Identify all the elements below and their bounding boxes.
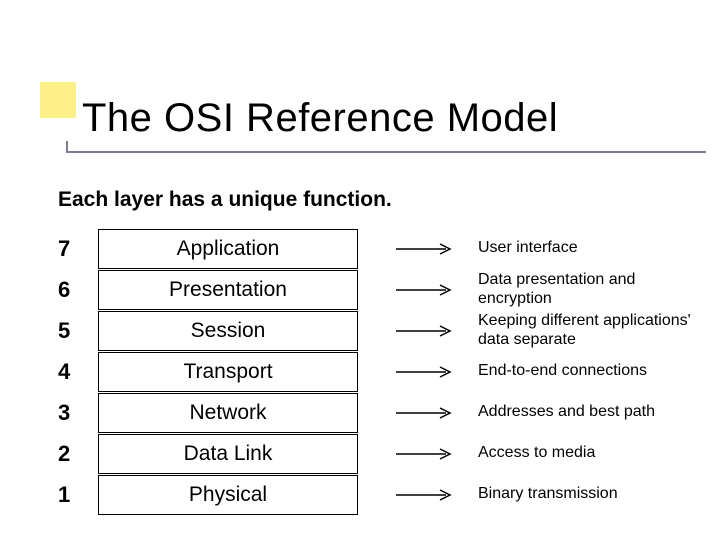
arrow-icon [386, 325, 466, 337]
layer-row: 2 Data Link Access to media [58, 433, 712, 474]
layer-description: Data presentation and encryption [478, 271, 712, 308]
layer-number: 1 [58, 482, 98, 508]
layer-description: Access to media [478, 444, 712, 462]
layer-number: 3 [58, 400, 98, 426]
layer-name-box: Transport [98, 352, 358, 392]
layer-row: 5 Session Keeping different applications… [58, 310, 712, 351]
layer-row: 4 Transport End-to-end connections [58, 351, 712, 392]
layers-table: 7 Application User interface 6 Presentat… [58, 228, 712, 515]
layer-name: Session [191, 319, 266, 343]
layer-name-box: Application [98, 229, 358, 269]
page-title: The OSI Reference Model [40, 96, 558, 151]
layer-name-box: Data Link [98, 434, 358, 474]
layer-description: Binary transmission [478, 485, 712, 503]
layer-row: 3 Network Addresses and best path [58, 392, 712, 433]
subtitle: Each layer has a unique function. [58, 188, 392, 212]
layer-description: User interface [478, 239, 712, 257]
layer-number: 7 [58, 236, 98, 262]
arrow-icon [386, 366, 466, 378]
layer-name: Transport [183, 360, 272, 384]
layer-number: 5 [58, 318, 98, 344]
layer-name: Physical [189, 483, 267, 507]
layer-description: Keeping different applications' data sep… [478, 312, 712, 349]
layer-description: End-to-end connections [478, 362, 712, 380]
layer-name: Data Link [184, 442, 273, 466]
arrow-icon [386, 448, 466, 460]
layer-row: 6 Presentation Data presentation and enc… [58, 269, 712, 310]
title-underline [66, 151, 706, 153]
layer-name: Presentation [169, 278, 287, 302]
layer-name-box: Session [98, 311, 358, 351]
layer-row: 1 Physical Binary transmission [58, 474, 712, 515]
title-block: The OSI Reference Model [40, 96, 558, 151]
arrow-icon [386, 243, 466, 255]
layer-name-box: Physical [98, 475, 358, 515]
layer-row: 7 Application User interface [58, 228, 712, 269]
layer-number: 2 [58, 441, 98, 467]
layer-number: 6 [58, 277, 98, 303]
layer-name: Application [177, 237, 280, 261]
layer-number: 4 [58, 359, 98, 385]
layer-name: Network [189, 401, 266, 425]
arrow-icon [386, 407, 466, 419]
layer-name-box: Network [98, 393, 358, 433]
layer-name-box: Presentation [98, 270, 358, 310]
layer-description: Addresses and best path [478, 403, 712, 421]
arrow-icon [386, 284, 466, 296]
arrow-icon [386, 489, 466, 501]
